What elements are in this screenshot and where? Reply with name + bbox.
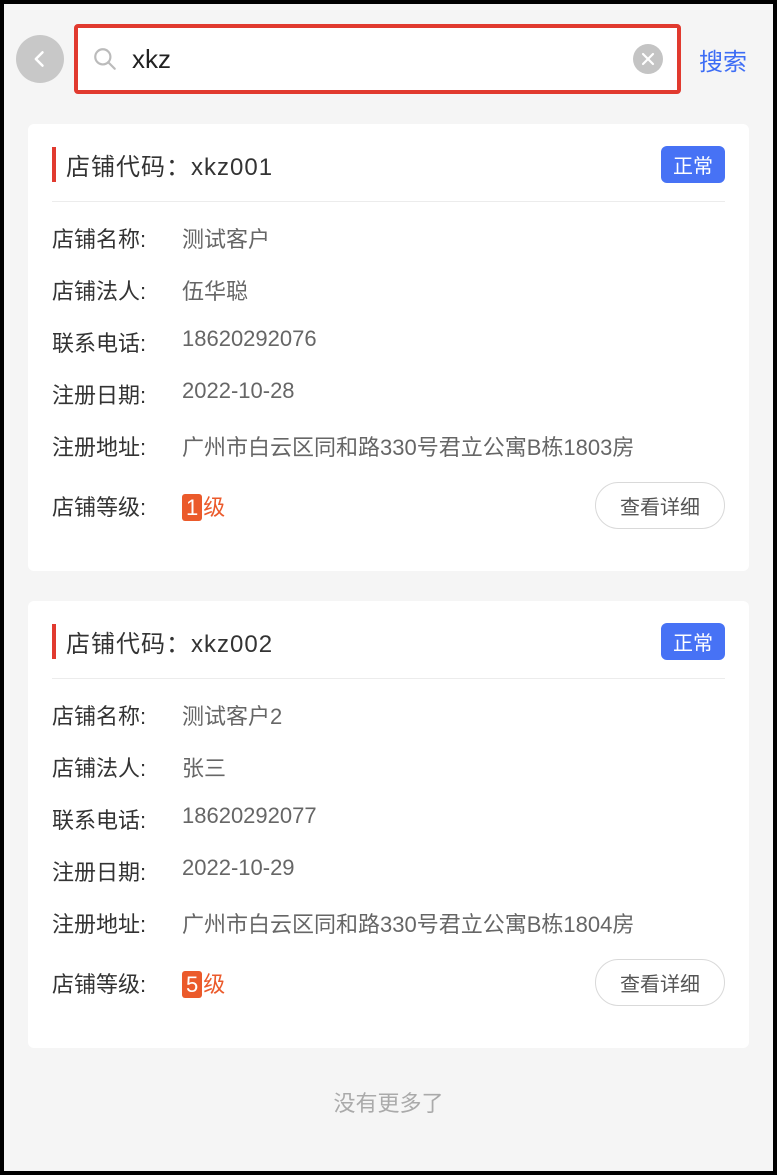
store-legal: 伍华聪: [182, 274, 725, 306]
store-regdate: 2022-10-28: [182, 378, 725, 404]
status-badge: 正常: [661, 623, 725, 660]
field-label: 店铺名称:: [52, 222, 182, 254]
field-label: 店铺法人:: [52, 751, 182, 783]
clear-button[interactable]: [633, 44, 663, 74]
status-badge: 正常: [661, 146, 725, 183]
detail-button[interactable]: 查看详细: [595, 959, 725, 1006]
store-card: 店铺代码：xkz001 正常 店铺名称:测试客户 店铺法人:伍华聪 联系电话:1…: [28, 124, 749, 571]
store-address: 广州市白云区同和路330号君立公寓B栋1804房: [182, 907, 725, 939]
detail-button[interactable]: 查看详细: [595, 482, 725, 529]
store-address: 广州市白云区同和路330号君立公寓B栋1803房: [182, 430, 725, 462]
store-phone: 18620292076: [182, 326, 725, 352]
store-name: 测试客户2: [182, 699, 725, 731]
search-input[interactable]: [132, 44, 633, 75]
search-icon: [92, 46, 118, 72]
field-label: 注册地址:: [52, 907, 182, 939]
store-list: 店铺代码：xkz001 正常 店铺名称:测试客户 店铺法人:伍华聪 联系电话:1…: [4, 106, 773, 1171]
top-bar: 搜索: [4, 4, 773, 106]
store-phone: 18620292077: [182, 803, 725, 829]
chevron-left-icon: [30, 49, 50, 69]
store-card: 店铺代码：xkz002 正常 店铺名称:测试客户2 店铺法人:张三 联系电话:1…: [28, 601, 749, 1048]
close-icon: [641, 52, 655, 66]
field-label: 注册日期:: [52, 855, 182, 887]
no-more-text: 没有更多了: [28, 1078, 749, 1132]
store-level: 1级: [182, 490, 225, 522]
search-button[interactable]: 搜索: [681, 42, 761, 77]
code-value: xkz002: [191, 631, 273, 658]
field-label: 联系电话:: [52, 326, 182, 358]
field-label: 注册日期:: [52, 378, 182, 410]
store-regdate: 2022-10-29: [182, 855, 725, 881]
search-box: [74, 24, 681, 94]
store-level: 5级: [182, 967, 225, 999]
field-label: 注册地址:: [52, 430, 182, 462]
field-label: 店铺等级:: [52, 967, 182, 999]
code-value: xkz001: [191, 154, 273, 181]
store-name: 测试客户: [182, 222, 725, 254]
back-button[interactable]: [16, 35, 64, 83]
field-label: 店铺等级:: [52, 490, 182, 522]
code-label: 店铺代码：: [66, 154, 191, 181]
code-label: 店铺代码：: [66, 631, 191, 658]
field-label: 联系电话:: [52, 803, 182, 835]
store-code: 店铺代码：xkz002: [52, 624, 273, 659]
field-label: 店铺法人:: [52, 274, 182, 306]
field-label: 店铺名称:: [52, 699, 182, 731]
store-legal: 张三: [182, 751, 725, 783]
store-code: 店铺代码：xkz001: [52, 147, 273, 182]
